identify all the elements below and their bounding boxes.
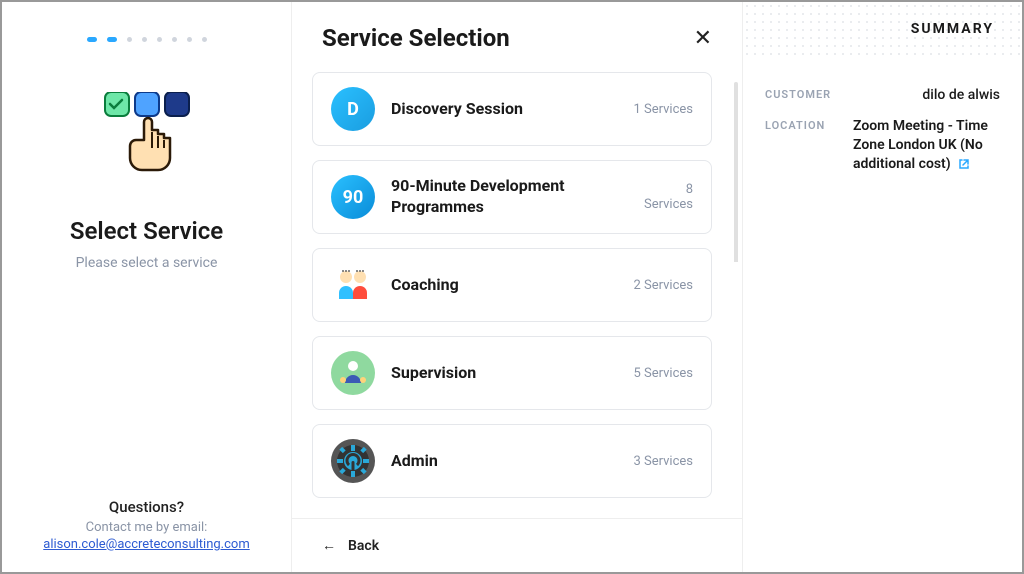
service-item-admin[interactable]: Admin 3 Services	[312, 424, 712, 498]
close-icon[interactable]: ✕	[694, 26, 712, 51]
service-icon-coaching-icon	[331, 263, 375, 307]
external-link-icon[interactable]	[958, 157, 970, 172]
progress-dot	[187, 37, 192, 42]
progress-dot	[127, 37, 132, 42]
page-title: Service Selection	[322, 24, 510, 52]
left-panel: Select Service Please select a service Q…	[2, 2, 292, 572]
service-count: 3 Services	[633, 454, 693, 469]
service-item-supervision[interactable]: Supervision 5 Services	[312, 336, 712, 410]
summary-heading: SUMMARY	[911, 21, 994, 37]
summary-location-value: Zoom Meeting - Time Zone London UK (No a…	[853, 117, 1000, 174]
contact-email-link[interactable]: alison.cole@accreteconsulting.com	[43, 537, 249, 552]
left-subtitle: Please select a service	[76, 255, 218, 271]
summary-row-customer: CUSTOMER dilo de alwis	[765, 86, 1000, 105]
progress-dots	[87, 37, 207, 42]
service-name: 90-Minute Development Programmes	[391, 176, 632, 218]
questions-heading: Questions?	[43, 498, 249, 516]
back-label: Back	[348, 538, 379, 554]
summary-panel: SUMMARY CUSTOMER dilo de alwis LOCATION …	[742, 2, 1022, 572]
service-name: Admin	[391, 451, 621, 472]
summary-row-location: LOCATION Zoom Meeting - Time Zone London…	[765, 117, 1000, 174]
service-name: Discovery Session	[391, 99, 621, 120]
progress-dot	[202, 37, 207, 42]
booking-app: Select Service Please select a service Q…	[0, 0, 1024, 574]
service-name: Supervision	[391, 363, 621, 384]
progress-dot	[172, 37, 177, 42]
arrow-left-icon: ←	[322, 537, 336, 554]
back-button[interactable]: ← Back	[292, 518, 742, 572]
scrollbar[interactable]	[734, 82, 738, 382]
progress-dot	[142, 37, 147, 42]
service-count: 5 Services	[633, 366, 693, 381]
service-icon-supervision-icon	[331, 351, 375, 395]
middle-panel: Service Selection ✕ D Discovery Session …	[292, 2, 742, 572]
summary-header: SUMMARY	[743, 2, 1022, 56]
service-count: 8 Services	[644, 182, 693, 212]
contact-line: Contact me by email:	[43, 520, 249, 535]
progress-dot	[157, 37, 162, 42]
summary-customer-value: dilo de alwis	[922, 86, 1000, 105]
select-service-illustration-icon	[87, 92, 207, 187]
service-count: 1 Services	[633, 102, 693, 117]
service-count: 2 Services	[633, 278, 693, 293]
summary-location-label: LOCATION	[765, 119, 843, 174]
progress-dot	[87, 37, 97, 42]
service-item-coaching[interactable]: Coaching 2 Services	[312, 248, 712, 322]
service-name: Coaching	[391, 275, 621, 296]
progress-dot	[107, 37, 117, 42]
summary-customer-label: CUSTOMER	[765, 88, 843, 105]
service-icon-letter-d-icon: D	[331, 87, 375, 131]
middle-header: Service Selection ✕	[292, 2, 742, 62]
service-icon-admin-gear-icon	[331, 439, 375, 483]
left-footer: Questions? Contact me by email: alison.c…	[43, 498, 249, 552]
service-item-90min[interactable]: 90 90-Minute Development Programmes 8 Se…	[312, 160, 712, 234]
summary-body: CUSTOMER dilo de alwis LOCATION Zoom Mee…	[743, 56, 1022, 216]
left-title: Select Service	[70, 217, 223, 245]
service-icon-number-90-icon: 90	[331, 175, 375, 219]
service-item-discovery[interactable]: D Discovery Session 1 Services	[312, 72, 712, 146]
service-list: D Discovery Session 1 Services 90 90-Min…	[292, 62, 742, 518]
